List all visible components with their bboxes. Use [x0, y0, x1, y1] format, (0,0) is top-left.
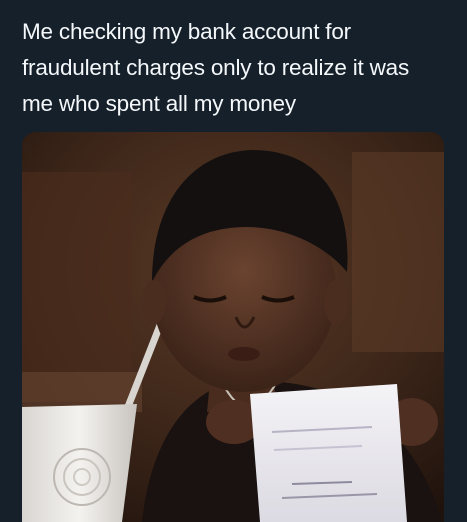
booth-panel-right [352, 152, 444, 352]
meme-caption: Me checking my bank account for fraudule… [22, 14, 452, 122]
receipt [250, 384, 407, 522]
caption-line-3: me who spent all my money [22, 91, 296, 116]
mouth [228, 347, 260, 361]
photo-illustration [22, 132, 444, 522]
meme-post: Me checking my bank account for fraudule… [0, 0, 467, 522]
caption-line-2: fraudulent charges only to realize it wa… [22, 55, 410, 80]
booth-panel-left [22, 172, 132, 402]
ear-right [324, 280, 348, 324]
meme-photo[interactable] [22, 132, 444, 522]
caption-line-1: Me checking my bank account for [22, 19, 351, 44]
ear-left [142, 280, 166, 324]
